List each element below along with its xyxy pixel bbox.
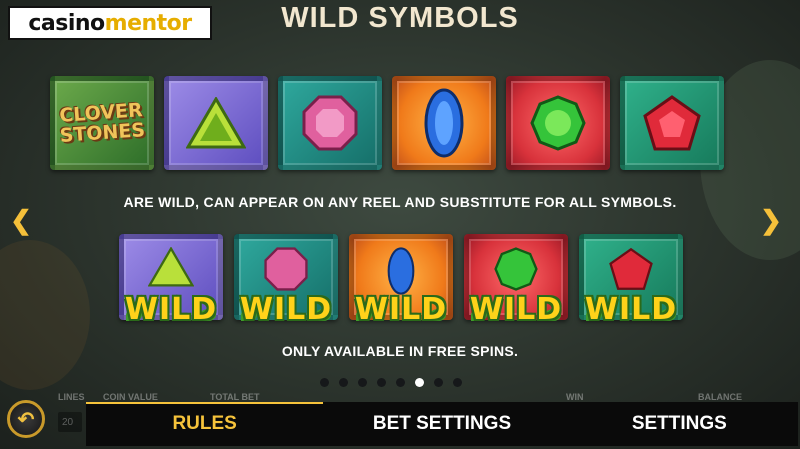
win-label: WIN xyxy=(566,392,584,402)
pink-octagon-gem-symbol xyxy=(278,76,382,170)
back-arrow-button[interactable]: ↶ xyxy=(7,400,45,438)
back-arrow-icon: ↶ xyxy=(17,408,35,431)
clover-stones-logo-text: CLOVER STONES xyxy=(58,99,147,147)
wild-symbols-row: CLOVER STONES xyxy=(50,76,724,170)
page-dot-6-active[interactable] xyxy=(415,378,424,387)
wild-label: WILD xyxy=(469,292,563,327)
blue-oval-gem-symbol xyxy=(392,76,496,170)
octagon-gem-icon xyxy=(264,247,308,291)
lines-value: 20 xyxy=(58,412,82,432)
background-glow-left xyxy=(0,240,90,390)
page-dot-4[interactable] xyxy=(377,378,386,387)
wild-label: WILD xyxy=(124,292,218,327)
wild-symbols-caption: ARE WILD, CAN APPEAR ON ANY REEL AND SUB… xyxy=(123,194,677,210)
page-dot-1[interactable] xyxy=(320,378,329,387)
tab-settings[interactable]: SETTINGS xyxy=(561,402,798,446)
page-dot-8[interactable] xyxy=(453,378,462,387)
green-round-gem-wild-symbol: WILD xyxy=(464,234,568,327)
triangle-gem-icon xyxy=(148,247,194,287)
pentagon-gem-icon xyxy=(643,95,701,151)
clover-stones-symbol: CLOVER STONES xyxy=(50,76,154,170)
chevron-left-icon[interactable]: ❮ xyxy=(10,205,32,235)
blue-oval-gem-wild-symbol: WILD xyxy=(349,234,453,327)
wild-label: WILD xyxy=(584,292,678,327)
wild-label: WILD xyxy=(239,292,333,327)
coin-value-label: COIN VALUE xyxy=(103,392,158,402)
page-dot-5[interactable] xyxy=(396,378,405,387)
red-pentagon-gem-symbol xyxy=(620,76,724,170)
free-spin-wilds-row: WILD WILD WILD WILD WILD xyxy=(119,234,683,327)
round-gem-icon xyxy=(494,247,538,291)
red-pentagon-gem-wild-symbol: WILD xyxy=(579,234,683,327)
page-dot-7[interactable] xyxy=(434,378,443,387)
chevron-right-icon[interactable]: ❯ xyxy=(760,205,782,235)
round-gem-icon xyxy=(530,95,586,151)
oval-gem-icon xyxy=(424,88,464,158)
tab-rules[interactable]: RULES xyxy=(86,402,324,446)
green-triangle-gem-wild-symbol: WILD xyxy=(119,234,223,327)
page-title: WILD SYMBOLS xyxy=(281,2,519,34)
wild-label: WILD xyxy=(354,292,448,327)
pentagon-gem-icon xyxy=(609,247,653,290)
bottom-tab-bar: RULES BET SETTINGS SETTINGS xyxy=(86,402,798,446)
pink-octagon-gem-wild-symbol: WILD xyxy=(234,234,338,327)
octagon-gem-icon xyxy=(302,95,358,151)
triangle-gem-icon xyxy=(186,97,246,149)
page-dot-2[interactable] xyxy=(339,378,348,387)
lines-label: LINES xyxy=(58,392,85,402)
page-dot-3[interactable] xyxy=(358,378,367,387)
oval-gem-icon xyxy=(387,247,415,295)
green-triangle-gem-symbol xyxy=(164,76,268,170)
free-spins-caption: ONLY AVAILABLE IN FREE SPINS. xyxy=(281,343,519,359)
tab-bet-settings[interactable]: BET SETTINGS xyxy=(323,402,560,446)
total-bet-label: TOTAL BET xyxy=(210,392,260,402)
balance-label: BALANCE xyxy=(698,392,742,402)
pagination-dots xyxy=(320,378,462,387)
green-round-gem-symbol xyxy=(506,76,610,170)
